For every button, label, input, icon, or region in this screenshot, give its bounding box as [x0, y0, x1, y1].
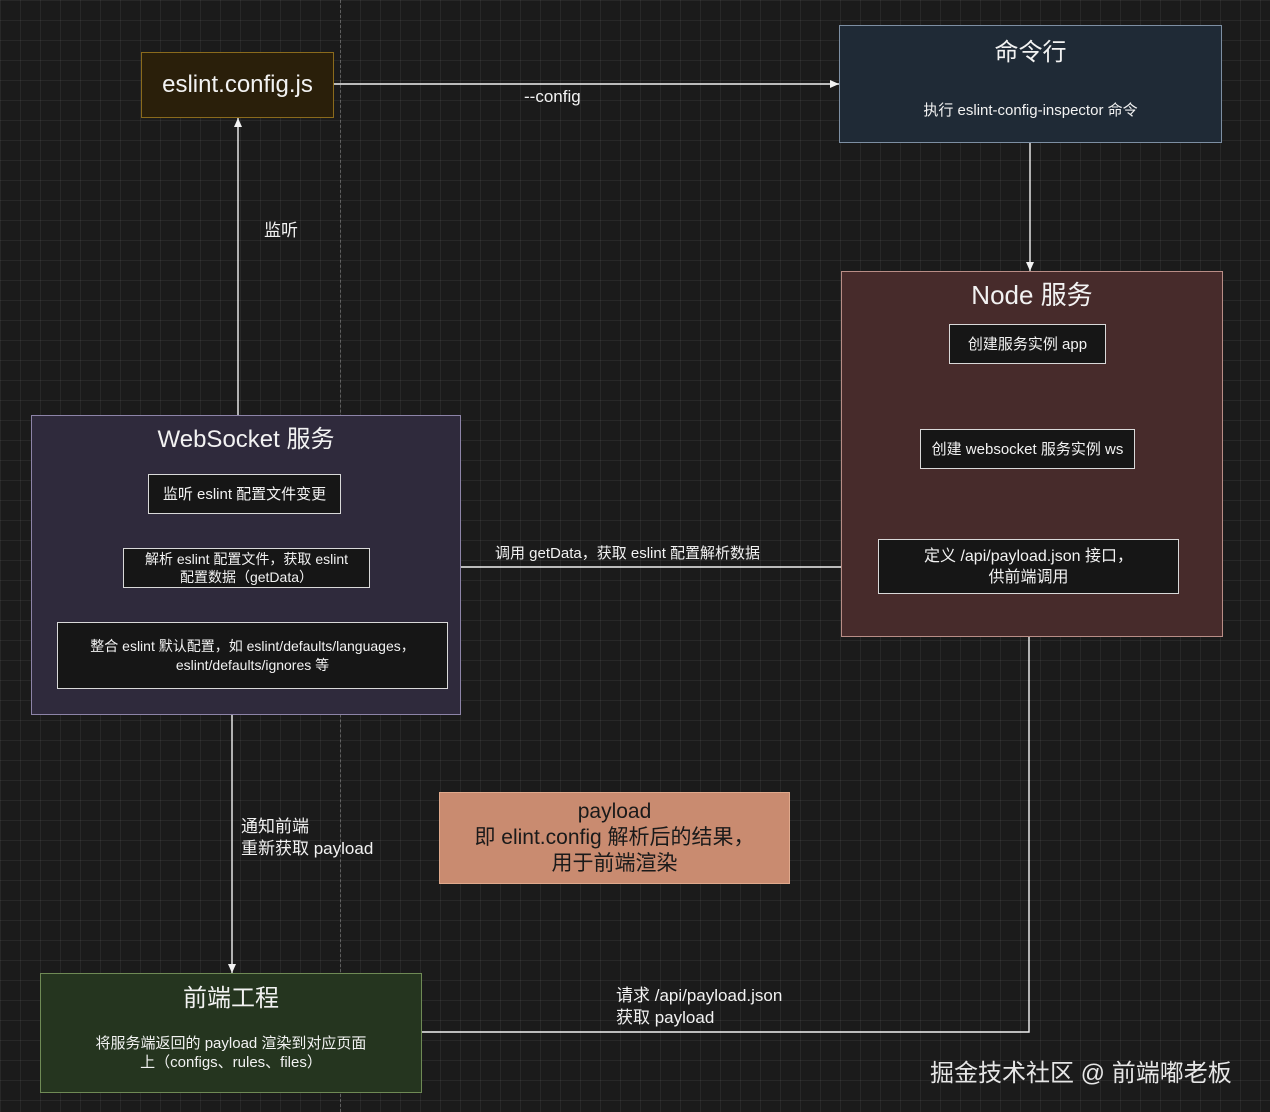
node-step-create-app: 创建服务实例 app [949, 324, 1106, 364]
node-service-title: Node 服务 [971, 279, 1093, 310]
frontend-desc-line-1: 将服务端返回的 payload 渲染到对应页面 [95, 1035, 367, 1052]
node-step-create-ws: 创建 websocket 服务实例 ws [920, 429, 1135, 469]
api-line-2: 供前端调用 [988, 568, 1069, 586]
parse-line-2: 配置数据（getData） [179, 569, 314, 585]
ws-step-watch: 监听 eslint 配置文件变更 [148, 474, 341, 514]
edge-label-listen: 监听 [264, 221, 298, 240]
cli-desc: 执行 eslint-config-inspector 命令 [923, 101, 1138, 119]
frontend-title: 前端工程 [183, 984, 279, 1012]
parse-line-1: 解析 eslint 配置文件，获取 eslint [144, 551, 349, 567]
api-line-1: 定义 /api/payload.json 接口， [924, 547, 1133, 565]
cli-title: 命令行 [994, 38, 1067, 66]
eslint-config-label: eslint.config.js [162, 71, 313, 98]
ws-step-parse: 解析 eslint 配置文件，获取 eslint 配置数据（getData） [123, 548, 370, 588]
frontend-desc-line-2: 上（configs、rules、files） [140, 1054, 322, 1071]
cli-node: 命令行 执行 eslint-config-inspector 命令 [839, 25, 1222, 143]
merge-line-2: eslint/defaults/ignores 等 [175, 656, 330, 673]
edge-label-notify: 通知前端 重新获取 payload [241, 816, 373, 860]
frontend-desc: 将服务端返回的 payload 渲染到对应页面 上（configs、rules、… [41, 1032, 421, 1074]
frontend-project: 前端工程 将服务端返回的 payload 渲染到对应页面 上（configs、r… [40, 973, 422, 1093]
notify-line-1: 通知前端 [241, 817, 309, 836]
edge-label-config: --config [524, 87, 581, 106]
request-line-2: 获取 payload [616, 1008, 715, 1027]
websocket-service-title: WebSocket 服务 [157, 425, 335, 453]
watermark: 掘金技术社区 @ 前端嘟老板 [930, 1060, 1232, 1087]
payload-note-line-3: 用于前端渲染 [551, 852, 678, 875]
edge-label-request: 请求 /api/payload.json 获取 payload [616, 985, 782, 1029]
notify-line-2: 重新获取 payload [241, 839, 374, 858]
edge-label-get-data: 调用 getData，获取 eslint 配置解析数据 [495, 545, 761, 562]
node-step-define-api: 定义 /api/payload.json 接口， 供前端调用 [878, 539, 1179, 594]
payload-note-line-1: payload [577, 800, 652, 823]
payload-note: payload 即 elint.config 解析后的结果， 用于前端渲染 [439, 792, 790, 884]
ws-step-merge: 整合 eslint 默认配置，如 eslint/defaults/languag… [57, 622, 448, 689]
payload-note-line-2: 即 elint.config 解析后的结果， [474, 826, 755, 849]
merge-line-1: 整合 eslint 默认配置，如 eslint/defaults/languag… [90, 637, 415, 654]
eslint-config-node: eslint.config.js [141, 52, 334, 118]
request-line-1: 请求 /api/payload.json [616, 986, 783, 1005]
